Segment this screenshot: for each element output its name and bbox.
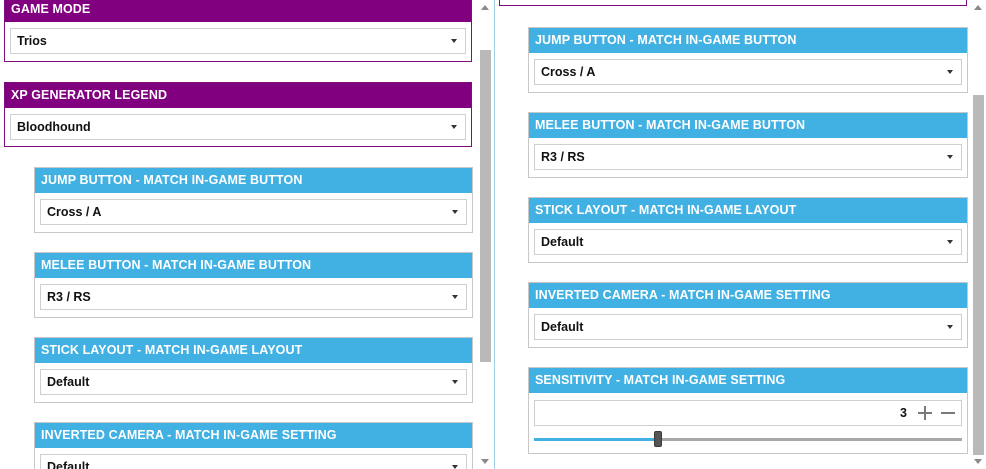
stick-layout-card: STICK LAYOUT - MATCH IN-GAME LAYOUT Defa…: [34, 337, 473, 403]
sensitivity-number-box[interactable]: 3: [534, 400, 962, 426]
xp-generator-legend-select[interactable]: Bloodhound: [10, 114, 466, 140]
stick-layout-select[interactable]: Default: [534, 229, 962, 255]
chevron-down-icon: [452, 210, 458, 214]
chevron-down-icon: [451, 125, 457, 129]
sensitivity-value: 3: [900, 406, 907, 420]
select-value: R3 / RS: [541, 150, 585, 164]
select-value: Default: [541, 320, 584, 334]
inverted-camera-card: INVERTED CAMERA - MATCH IN-GAME SETTING …: [528, 282, 968, 348]
minus-icon[interactable]: [940, 405, 956, 421]
card-title: MELEE BUTTON - MATCH IN-GAME BUTTON: [35, 253, 472, 278]
card-title: INVERTED CAMERA - MATCH IN-GAME SETTING: [35, 423, 472, 448]
stick-layout-card: STICK LAYOUT - MATCH IN-GAME LAYOUT Defa…: [528, 197, 968, 263]
chevron-down-icon: [947, 325, 953, 329]
inverted-camera-select[interactable]: Default: [534, 314, 962, 340]
jump-button-select[interactable]: Cross / A: [534, 59, 962, 85]
select-value: Cross / A: [541, 65, 596, 79]
jump-button-select[interactable]: Cross / A: [40, 199, 467, 225]
scroll-down-arrow-icon[interactable]: [481, 459, 489, 464]
melee-button-select[interactable]: R3 / RS: [534, 144, 962, 170]
card-title: JUMP BUTTON - MATCH IN-GAME BUTTON: [35, 168, 472, 193]
select-value: Cross / A: [47, 205, 102, 219]
card-title: STICK LAYOUT - MATCH IN-GAME LAYOUT: [529, 198, 967, 223]
jump-button-card: JUMP BUTTON - MATCH IN-GAME BUTTON Cross…: [528, 27, 968, 93]
scroll-up-arrow-icon[interactable]: [481, 5, 489, 10]
jump-button-card: JUMP BUTTON - MATCH IN-GAME BUTTON Cross…: [34, 167, 473, 233]
card-title: MELEE BUTTON - MATCH IN-GAME BUTTON: [529, 113, 967, 138]
inverted-camera-card: INVERTED CAMERA - MATCH IN-GAME SETTING …: [34, 422, 473, 469]
left-scrollbar[interactable]: [477, 0, 494, 469]
game-mode-select[interactable]: Trios: [10, 28, 466, 54]
card-title: INVERTED CAMERA - MATCH IN-GAME SETTING: [529, 283, 967, 308]
select-value: R3 / RS: [47, 290, 91, 304]
scrollbar-thumb[interactable]: [480, 50, 491, 362]
chevron-down-icon: [452, 465, 458, 469]
select-value: Bloodhound: [17, 120, 91, 134]
chevron-down-icon: [452, 295, 458, 299]
chevron-down-icon: [947, 70, 953, 74]
melee-button-select[interactable]: R3 / RS: [40, 284, 467, 310]
slider-handle[interactable]: [654, 431, 663, 447]
select-value: Trios: [17, 34, 47, 48]
right-scrollbar[interactable]: [970, 0, 986, 469]
melee-button-card: MELEE BUTTON - MATCH IN-GAME BUTTON R3 /…: [528, 112, 968, 178]
slider-fill: [534, 438, 659, 441]
scroll-up-arrow-icon[interactable]: [974, 5, 982, 10]
card-title: JUMP BUTTON - MATCH IN-GAME BUTTON: [529, 28, 967, 53]
stick-layout-select[interactable]: Default: [40, 369, 467, 395]
left-settings-panel: GAME MODE Trios XP GENERATOR LEGEND Bloo…: [0, 0, 494, 469]
chevron-down-icon: [451, 39, 457, 43]
plus-icon[interactable]: [917, 405, 933, 421]
scrollbar-thumb[interactable]: [973, 95, 984, 455]
sensitivity-slider[interactable]: [534, 431, 962, 447]
top-card-edge: [499, 0, 967, 6]
melee-button-card: MELEE BUTTON - MATCH IN-GAME BUTTON R3 /…: [34, 252, 473, 318]
card-title: GAME MODE: [5, 0, 471, 22]
card-title: STICK LAYOUT - MATCH IN-GAME LAYOUT: [35, 338, 472, 363]
chevron-down-icon: [452, 380, 458, 384]
chevron-down-icon: [947, 240, 953, 244]
card-title: SENSITIVITY - MATCH IN-GAME SETTING: [529, 368, 967, 393]
card-title: XP GENERATOR LEGEND: [5, 83, 471, 108]
inverted-camera-select[interactable]: Default: [40, 454, 467, 469]
select-value: Default: [47, 460, 90, 469]
chevron-down-icon: [947, 155, 953, 159]
scroll-down-arrow-icon[interactable]: [974, 459, 982, 464]
select-value: Default: [541, 235, 584, 249]
game-mode-card: GAME MODE Trios: [4, 0, 472, 62]
xp-generator-legend-card: XP GENERATOR LEGEND Bloodhound: [4, 82, 472, 147]
right-settings-panel: JUMP BUTTON - MATCH IN-GAME BUTTON Cross…: [494, 0, 986, 469]
sensitivity-card: SENSITIVITY - MATCH IN-GAME SETTING 3: [528, 367, 968, 454]
select-value: Default: [47, 375, 90, 389]
